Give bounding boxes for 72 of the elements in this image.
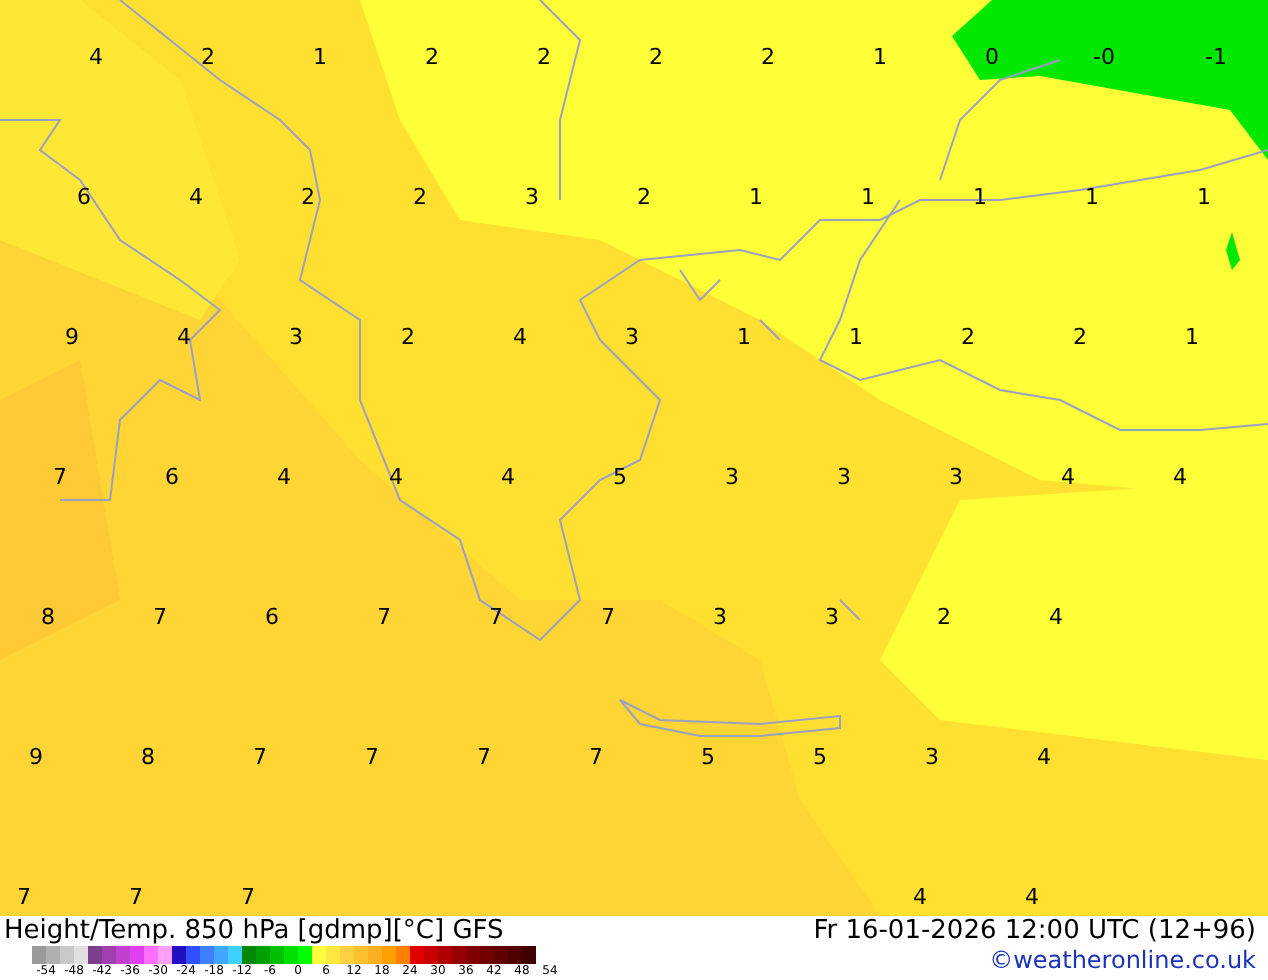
temperature-label: 1 [1085, 184, 1099, 214]
temperature-label: 3 [289, 324, 303, 354]
temperature-label: 3 [525, 184, 539, 214]
temperature-label: 8 [141, 744, 155, 774]
temperature-label: 3 [837, 464, 851, 494]
temperature-label: 2 [637, 184, 651, 214]
temperature-label: 6 [165, 464, 179, 494]
temperature-label: 2 [425, 44, 439, 74]
temperature-label: 1 [849, 324, 863, 354]
temperature-label: 1 [1185, 324, 1199, 354]
temperature-label: 2 [961, 324, 975, 354]
temperature-label: 4 [913, 884, 927, 914]
temperature-label: 1 [873, 44, 887, 74]
temperature-label: 3 [725, 464, 739, 494]
temperature-label: 1 [313, 44, 327, 74]
temperature-label: 1 [749, 184, 763, 214]
temperature-label: 1 [737, 324, 751, 354]
temperature-label: 1 [973, 184, 987, 214]
temperature-label: 2 [761, 44, 775, 74]
temperature-label: 7 [129, 884, 143, 914]
temperature-label: -0 [1093, 44, 1115, 74]
temperature-label: 4 [177, 324, 191, 354]
temperature-label: 4 [1173, 464, 1187, 494]
temperature-label: 7 [253, 744, 267, 774]
temperature-label: 2 [937, 604, 951, 634]
temperature-label: 7 [53, 464, 67, 494]
temperature-label: -1 [1205, 44, 1227, 74]
temperature-label: 4 [89, 44, 103, 74]
temperature-label: 4 [389, 464, 403, 494]
temperature-label: 1 [1197, 184, 1211, 214]
temperature-label: 4 [1037, 744, 1051, 774]
temperature-label: 6 [77, 184, 91, 214]
temperature-label: 7 [241, 884, 255, 914]
temperature-label: 4 [1061, 464, 1075, 494]
temperature-label: 7 [365, 744, 379, 774]
temperature-label: 7 [17, 884, 31, 914]
temperature-label: 2 [649, 44, 663, 74]
temperature-label: 3 [713, 604, 727, 634]
temperature-label: 9 [29, 744, 43, 774]
temperature-label: 7 [377, 604, 391, 634]
temperature-label: 9 [65, 324, 79, 354]
temperature-label: 6 [265, 604, 279, 634]
temperature-label: 4 [189, 184, 203, 214]
temperature-label: 5 [701, 744, 715, 774]
temperature-label: 4 [1025, 884, 1039, 914]
temperature-label: 3 [925, 744, 939, 774]
temperature-label: 2 [401, 324, 415, 354]
credit-link[interactable]: ©weatheronline.co.uk [989, 946, 1256, 976]
temperature-label: 7 [477, 744, 491, 774]
temperature-label: 7 [153, 604, 167, 634]
chart-title: Height/Temp. 850 hPa [gdmp][°C] GFS [4, 916, 506, 946]
temperature-label: 8 [41, 604, 55, 634]
temperature-label: 2 [413, 184, 427, 214]
temperature-label: 2 [301, 184, 315, 214]
temperature-label: 3 [825, 604, 839, 634]
temperature-label: 5 [613, 464, 627, 494]
temperature-label: 5 [813, 744, 827, 774]
temperature-label: 7 [589, 744, 603, 774]
temperature-label: 4 [1049, 604, 1063, 634]
temperature-label: 0 [985, 44, 999, 74]
temperature-label: 2 [201, 44, 215, 74]
temperature-label: 2 [537, 44, 551, 74]
temperature-label: 3 [949, 464, 963, 494]
temperature-label: 2 [1073, 324, 1087, 354]
temperature-label: 4 [501, 464, 515, 494]
temperature-label: 7 [601, 604, 615, 634]
temperature-label: 4 [277, 464, 291, 494]
temperature-label: 1 [861, 184, 875, 214]
temperature-label: 4 [513, 324, 527, 354]
temperature-label: 7 [489, 604, 503, 634]
temperature-label: 3 [625, 324, 639, 354]
forecast-datetime: Fr 16-01-2026 12:00 UTC (12+96) [813, 916, 1256, 946]
